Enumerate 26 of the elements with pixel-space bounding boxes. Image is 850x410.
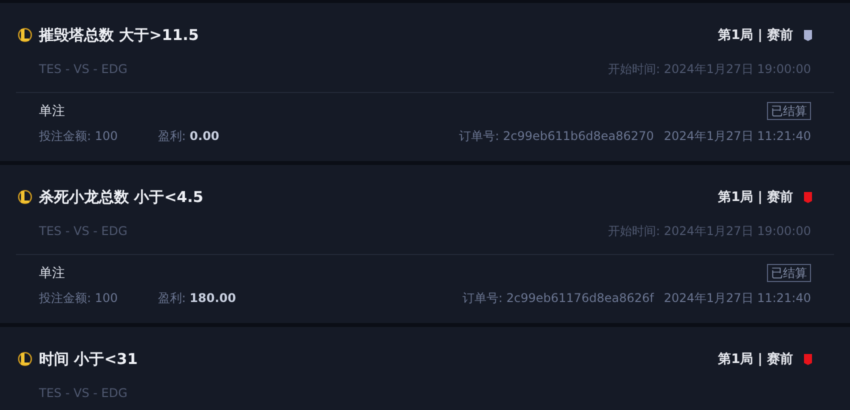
status-tag: 已结算	[767, 102, 811, 120]
bet-title: 杀死小龙总数 小于<4.5	[39, 187, 204, 208]
order-time: 2024年1月27日 11:21:40	[664, 290, 811, 307]
match-teams: TES - VS - EDG	[39, 222, 128, 240]
match-teams: TES - VS - EDG	[39, 60, 128, 78]
bet-amount: 投注金额: 100	[39, 128, 118, 145]
start-time: 开始时间: 2024年1月27日 19:00:00	[608, 222, 811, 240]
match-teams: TES - VS - EDG	[39, 384, 128, 402]
order-time: 2024年1月27日 11:21:40	[664, 128, 811, 145]
order-number: 订单号: 2c99eb611b6d8ea86270	[459, 128, 654, 145]
order-number: 订单号: 2c99eb61176d8ea8626f	[462, 290, 654, 307]
bet-amount: 投注金额: 100	[39, 290, 118, 307]
round-label: 第1局 | 赛前	[718, 188, 793, 206]
start-time: 开始时间: 2024年1月27日 19:00:00	[608, 60, 811, 78]
round-label: 第1局 | 赛前	[718, 26, 793, 44]
status-tag: 已结算	[767, 264, 811, 282]
bet-title: 摧毁塔总数 大于>11.5	[39, 25, 199, 46]
league-logo-icon	[18, 27, 32, 44]
profit: 盈利: 0.00	[158, 128, 220, 145]
bet-type: 单注	[39, 102, 65, 120]
league-logo-icon	[18, 189, 32, 206]
bet-title: 时间 小于<31	[39, 349, 138, 370]
bet-type: 单注	[39, 264, 65, 282]
league-logo-icon	[18, 351, 32, 368]
profit: 盈利: 180.00	[158, 290, 236, 307]
round-label: 第1局 | 赛前	[718, 350, 793, 368]
